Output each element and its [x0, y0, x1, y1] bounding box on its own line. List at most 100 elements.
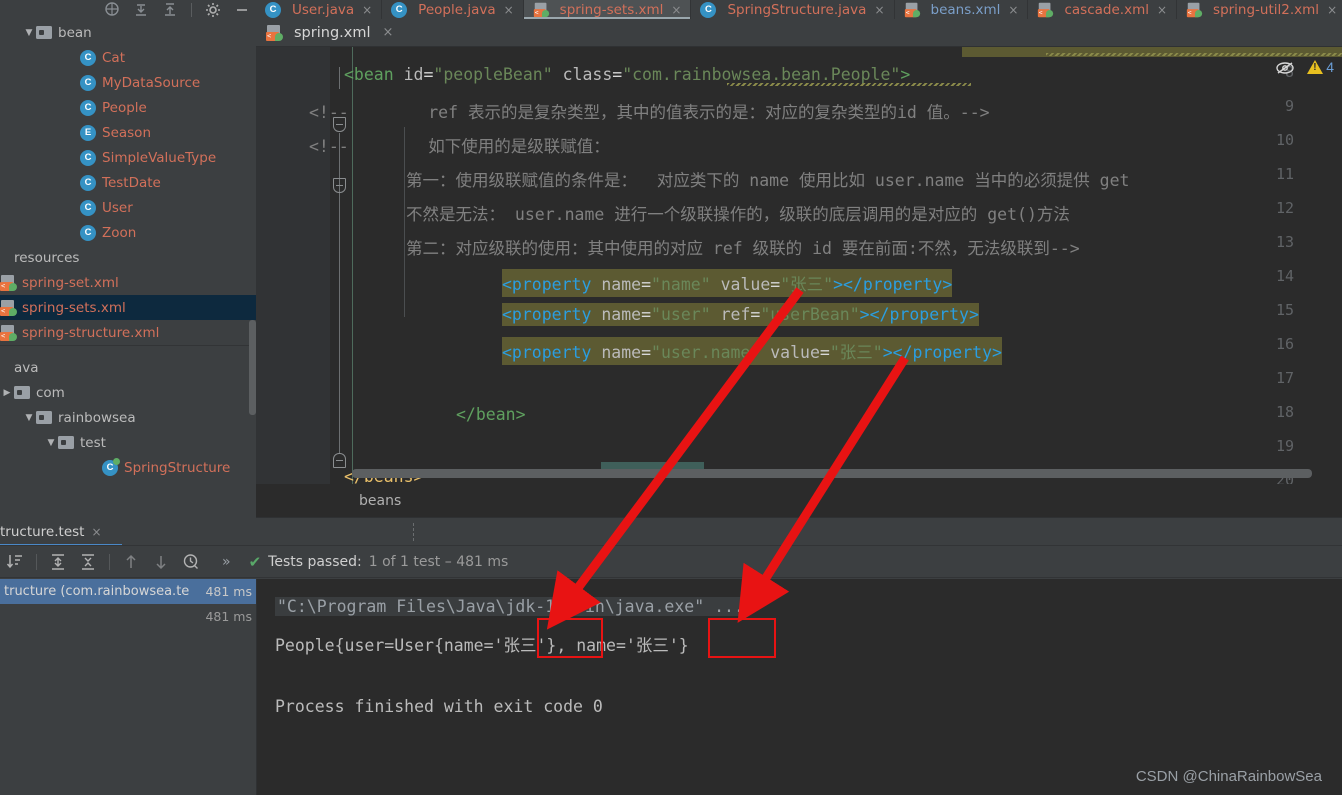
tree-item-cat[interactable]: ▶CCat [0, 45, 256, 70]
tree-item-label: Zoon [102, 224, 137, 241]
close-icon[interactable]: × [362, 3, 372, 17]
editor-horizontal-scrollbar[interactable] [352, 469, 1312, 478]
tree-item-label: bean [58, 24, 92, 41]
project-tree-scrollbar[interactable] [249, 320, 256, 415]
inspection-indicators[interactable]: 4 [1275, 59, 1334, 75]
prev-failed-icon[interactable] [122, 553, 140, 571]
close-icon[interactable]: × [383, 25, 394, 40]
java-class-icon: C [265, 1, 281, 18]
run-toolbar[interactable]: » ✔ Tests passed: 1 of 1 test – 481 ms [0, 546, 1342, 578]
file-tab-spring-xml[interactable]: < spring.xml × [266, 24, 394, 41]
run-tab-structure-test[interactable]: tructure.test × [0, 518, 122, 546]
editor-tab-people-java[interactable]: C People.java × [382, 0, 524, 19]
test-tree-row[interactable]: tructure (com.rainbowsea.te 481 ms [0, 579, 256, 604]
tree-item-com[interactable]: ▶ com [0, 380, 256, 405]
console-output[interactable]: "C:\Program Files\Java\jdk-17\bin\java.e… [257, 579, 1342, 795]
xml-file-icon: < [904, 2, 920, 17]
editor-tab-label: User.java [292, 1, 355, 18]
hide-panel-icon[interactable] [234, 2, 250, 18]
comment-close-13: --> [1049, 239, 1080, 258]
tree-item-ava[interactable]: ▶ava [0, 355, 256, 380]
folder-icon [58, 436, 74, 449]
console-output-line: People{user=User{name='张三'}, name='张三'} [275, 636, 689, 655]
chevron-down-icon[interactable]: ▼ [44, 438, 58, 448]
breadcrumb[interactable]: beans [256, 484, 1342, 518]
overflow-chevrons[interactable]: » [222, 554, 231, 570]
project-tree-panel[interactable]: ▼ bean ▶ C Cat ▶CMyDataSource▶CPeople▶ESeason… [0, 20, 256, 518]
editor-tab-springstructure-java[interactable]: C SpringStructure.java × [691, 0, 895, 19]
next-failed-icon[interactable] [152, 553, 170, 571]
expand-all-icon[interactable] [162, 2, 178, 18]
enum-icon: E [80, 124, 96, 141]
run-tab-label: tructure.test [0, 524, 85, 540]
chevron-down-icon[interactable]: ▼ [22, 28, 36, 38]
tree-item-user[interactable]: ▶CUser [0, 195, 256, 220]
tree-item-label: MyDataSource [102, 74, 201, 91]
class-icon: C [80, 174, 96, 191]
locate-icon[interactable] [104, 2, 120, 18]
close-icon[interactable]: × [1157, 3, 1167, 17]
comment-close-9: --> [959, 103, 990, 122]
tree-item-test[interactable]: ▼ test [0, 430, 256, 455]
project-tree-lower: ▶ava ▶ com ▼ rainbowsea ▼ test ▶CSpringStructur… [0, 355, 256, 480]
comment-open-10: <!-- [309, 137, 349, 156]
tree-item-season[interactable]: ▶ESeason [0, 120, 256, 145]
collapse-all-icon[interactable] [79, 553, 97, 571]
tree-item-testdate[interactable]: ▶CTestDate [0, 170, 256, 195]
expand-all-icon[interactable] [49, 553, 67, 571]
tree-item-bean[interactable]: ▼ bean [0, 20, 256, 45]
editor-tab-spring-util2-xml[interactable]: < spring-util2.xml × [1177, 0, 1342, 19]
attr-class: class [562, 65, 613, 84]
tree-item-label: People [102, 99, 147, 116]
code-line-13: 第二：对应级联的使用：其中使用的对应 ref 级联的 id 要在前面:不然，无法… [406, 235, 1080, 259]
close-icon[interactable]: × [91, 525, 101, 539]
close-icon[interactable]: × [671, 3, 681, 17]
editor-tab-cascade-xml[interactable]: < cascade.xml × [1028, 0, 1178, 19]
tree-item-springstructure[interactable]: ▶CSpringStructure [0, 455, 256, 480]
test-results-tree[interactable]: tructure (com.rainbowsea.te 481 ms 481 ms [0, 579, 256, 795]
tree-item-simplevaluetype[interactable]: ▶CSimpleValueType [0, 145, 256, 170]
editor-code-area[interactable]: <bean id="peopleBean" class="com.rainbow… [309, 47, 1342, 484]
comment-text-12: 不然是无法： user.name 进行一个级联操作的，级联的底层调用的是对应的 … [406, 205, 1070, 224]
chevron-right-icon[interactable]: ▶ [0, 388, 14, 398]
editor-tab-spring-sets-xml[interactable]: < spring-sets.xml × [523, 0, 692, 19]
history-icon[interactable] [182, 553, 200, 571]
tree-item-spring-structure-xml[interactable]: < spring-structure.xml [0, 320, 256, 345]
squiggle-underline-class [727, 83, 971, 86]
tree-item-label: Cat [102, 49, 125, 66]
comment-text-13: 第二：对应级联的使用：其中使用的对应 ref 级联的 id 要在前面:不然，无法… [406, 239, 1050, 258]
sort-by-duration-icon[interactable] [6, 553, 24, 571]
tree-item-resources[interactable]: ▶resources [0, 245, 256, 270]
tree-item-rainbowsea[interactable]: ▼ rainbowsea [0, 405, 256, 430]
tree-item-zoon[interactable]: ▶CZoon [0, 220, 256, 245]
editor-tab-bar[interactable]: C User.java × C People.java × < spring-sets.xml… [256, 0, 1342, 19]
attr-name-1: name [601, 275, 642, 294]
test-tree-row[interactable]: 481 ms [0, 604, 256, 629]
tree-item-spring-sets-xml[interactable]: < spring-sets.xml [0, 295, 256, 320]
comment-text-9: ref 表示的是复杂类型，其中的值表示的是：对应的复杂类型的id 值。 [428, 103, 960, 122]
editor-tab-label: spring-util2.xml [1213, 1, 1320, 18]
close-icon[interactable]: × [1327, 3, 1337, 17]
close-icon[interactable]: × [1008, 3, 1018, 17]
editor-tab-label: cascade.xml [1064, 1, 1149, 18]
tree-item-spring-set-xml[interactable]: < spring-set.xml [0, 270, 256, 295]
warning-indicator[interactable]: 4 [1307, 59, 1334, 75]
editor-tab-beans-xml[interactable]: < beans.xml × [895, 0, 1029, 19]
value-bean-id: "peopleBean" [433, 65, 553, 84]
close-icon[interactable]: × [874, 3, 884, 17]
collapse-all-icon[interactable] [133, 2, 149, 18]
code-line-15: <property name="user" ref="userBean"></p… [502, 303, 979, 326]
run-tool-window: tructure.test × » ✔ Tests passed: 1 of 1… [0, 518, 1342, 795]
settings-gear-icon[interactable] [205, 2, 221, 18]
tree-item-label: test [80, 434, 106, 451]
comment-text-11: 第一：使用级联赋值的条件是： 对应类下的 name 使用比如 user.name… [406, 171, 1130, 190]
editor-tab-user-java[interactable]: C User.java × [256, 0, 383, 19]
tree-item-mydatasource[interactable]: ▶CMyDataSource [0, 70, 256, 95]
tree-item-people[interactable]: ▶CPeople [0, 95, 256, 120]
chevron-down-icon[interactable]: ▼ [22, 413, 36, 423]
code-editor[interactable]: 891011121314151617181920 <bean id="peopl… [256, 47, 1342, 484]
close-icon[interactable]: × [504, 3, 514, 17]
value-name-2: "user" [651, 305, 711, 324]
class-icon: C [80, 49, 96, 66]
hide-inspections-icon[interactable] [1275, 60, 1294, 74]
